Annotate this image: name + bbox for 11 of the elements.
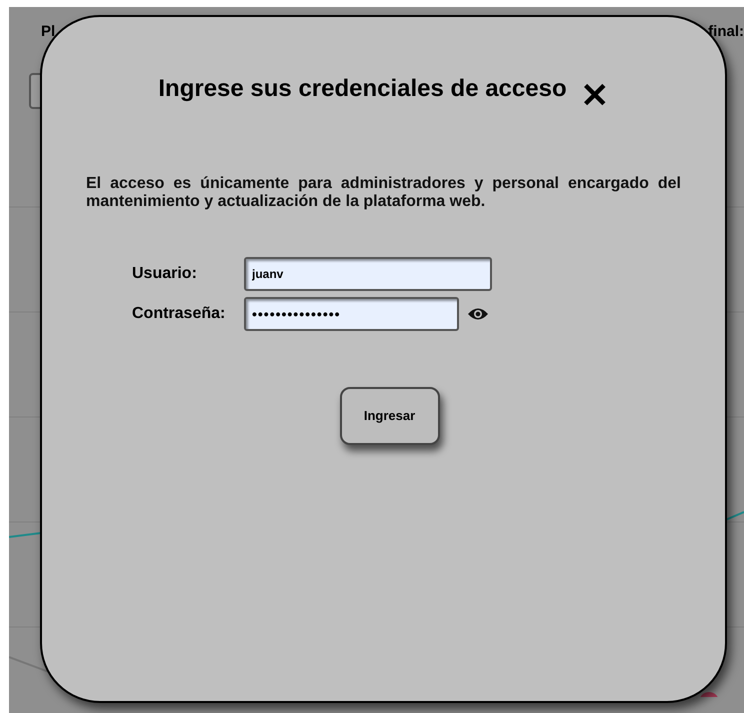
username-field[interactable]: juanv <box>244 257 492 291</box>
info-message: El acceso es únicamente para administradores y personal encargado del mantenimiento y actualización de la plataforma web. <box>86 175 681 211</box>
submit-button[interactable]: Ingresar <box>340 387 440 445</box>
dialog-title: Ingrese sus credenciales de acceso <box>158 74 567 104</box>
field-label: Contraseña: <box>132 304 226 324</box>
close-button[interactable]: ✕ <box>580 79 609 113</box>
field-label: Usuario: <box>132 264 198 284</box>
section-label: Pl <box>41 22 56 42</box>
section-label: final: <box>708 22 744 42</box>
password-field[interactable]: ••••••••••••••• <box>244 297 459 331</box>
eye-icon[interactable] <box>467 307 489 321</box>
